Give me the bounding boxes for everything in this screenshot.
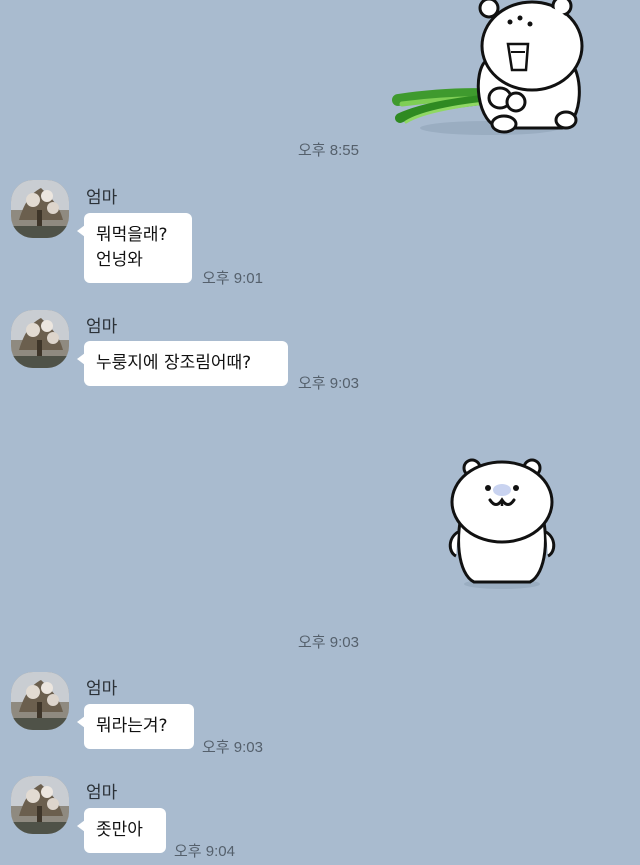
message-timestamp: 오후 8:55 xyxy=(298,142,359,159)
message-timestamp: 오후 9:03 xyxy=(298,375,359,392)
message-bubble[interactable]: 좃만아 xyxy=(77,808,166,853)
avatar[interactable] xyxy=(11,776,69,834)
avatar[interactable] xyxy=(11,180,69,238)
message-timestamp: 오후 9:03 xyxy=(202,739,263,756)
sender-name: 엄마 xyxy=(86,188,118,208)
chat-room[interactable]: 오후 8:55 엄마 뭐먹을래? 언넝와 오후 9:01 엄마 누룽지에 장조림… xyxy=(0,0,640,865)
message-text: 좃만아 xyxy=(96,820,143,840)
message-timestamp: 오후 9:01 xyxy=(202,270,263,287)
message-bubble[interactable]: 뭐먹을래? 언넝와 xyxy=(77,213,192,283)
message-text: 뭐라는겨? xyxy=(96,716,168,736)
message-bubble[interactable]: 누룽지에 장조림어때? xyxy=(77,341,288,386)
avatar[interactable] xyxy=(11,672,69,730)
bear-with-green-onion-sticker[interactable] xyxy=(392,0,588,140)
sender-name: 엄마 xyxy=(86,317,118,337)
sender-name: 엄마 xyxy=(86,679,118,699)
message-text: 뭐먹을래? xyxy=(96,225,168,245)
message-text: 언넝와 xyxy=(96,250,143,270)
message-timestamp: 오후 9:03 xyxy=(298,634,359,651)
message-text: 누룽지에 장조림어때? xyxy=(96,353,252,373)
sender-name: 엄마 xyxy=(86,783,118,803)
bear-smiling-sticker[interactable] xyxy=(446,456,558,592)
message-timestamp: 오후 9:04 xyxy=(174,843,235,860)
message-bubble[interactable]: 뭐라는겨? xyxy=(77,704,194,749)
avatar[interactable] xyxy=(11,310,69,368)
